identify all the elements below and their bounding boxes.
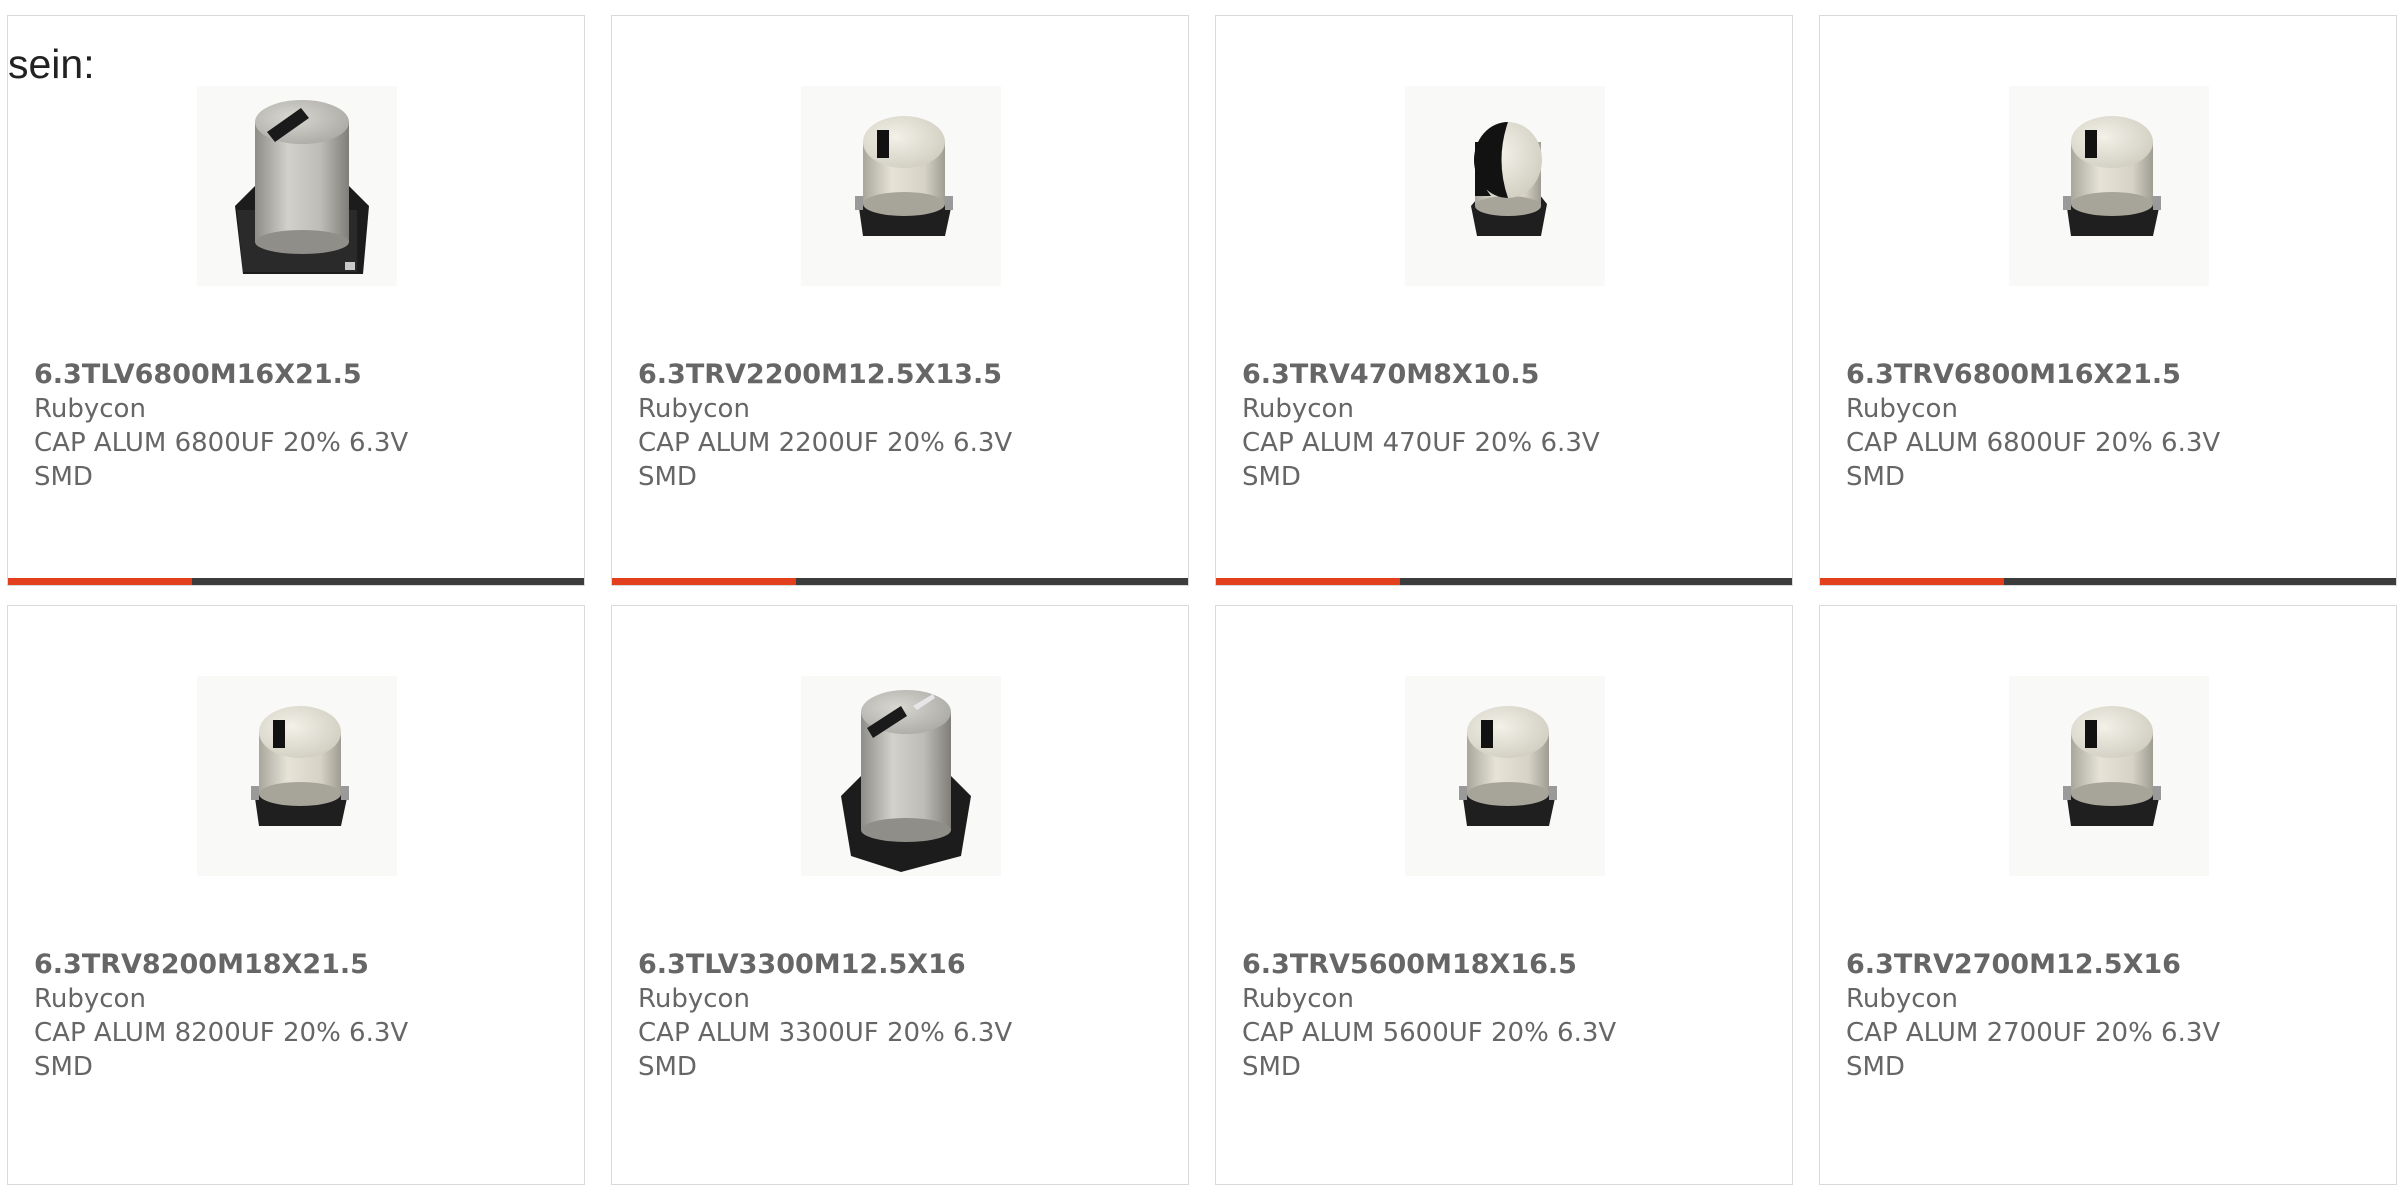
- part-number[interactable]: 6.3TRV470M8X10.5: [1242, 358, 1622, 392]
- part-number[interactable]: 6.3TRV2200M12.5X13.5: [638, 358, 1018, 392]
- part-number[interactable]: 6.3TRV8200M18X21.5: [34, 948, 414, 982]
- progress-bar: [1216, 578, 1792, 585]
- manufacturer: Rubycon: [638, 394, 750, 424]
- progress-bar: [1820, 578, 2396, 585]
- progress-bar: [8, 578, 584, 585]
- progress-fill: [1820, 578, 2005, 585]
- description: CAP ALUM 2200UF 20% 6.3V SMD: [638, 428, 1013, 492]
- part-number[interactable]: 6.3TLV6800M16X21.5: [34, 358, 414, 392]
- description: CAP ALUM 470UF 20% 6.3V SMD: [1242, 428, 1600, 492]
- manufacturer: Rubycon: [1242, 394, 1354, 424]
- capacitor-small-image: [197, 676, 397, 876]
- part-number[interactable]: 6.3TLV3300M12.5X16: [638, 948, 1018, 982]
- product-card[interactable]: 6.3TRV6800M16X21.5 Rubycon CAP ALUM 6800…: [1819, 15, 2397, 586]
- capacitor-halfblack-image: [1405, 86, 1605, 286]
- capacitor-small-image: [2009, 86, 2209, 286]
- description: CAP ALUM 8200UF 20% 6.3V SMD: [34, 1018, 409, 1082]
- progress-bar: [612, 578, 1188, 585]
- manufacturer: Rubycon: [1242, 984, 1354, 1014]
- product-card[interactable]: 6.3TLV3300M12.5X16 Rubycon CAP ALUM 3300…: [611, 605, 1189, 1185]
- manufacturer: Rubycon: [34, 984, 146, 1014]
- capacitor-large-tilted-image: [197, 86, 397, 286]
- description: CAP ALUM 6800UF 20% 6.3V SMD: [1846, 428, 2221, 492]
- progress-fill: [8, 578, 193, 585]
- product-card[interactable]: 6.3TRV2200M12.5X13.5 Rubycon CAP ALUM 22…: [611, 15, 1189, 586]
- product-card[interactable]: 6.3TRV5600M18X16.5 Rubycon CAP ALUM 5600…: [1215, 605, 1793, 1185]
- manufacturer: Rubycon: [34, 394, 146, 424]
- part-number[interactable]: 6.3TRV2700M12.5X16: [1846, 948, 2226, 982]
- capacitor-small-image: [2009, 676, 2209, 876]
- manufacturer: Rubycon: [1846, 394, 1958, 424]
- product-card[interactable]: 6.3TRV2700M12.5X16 Rubycon CAP ALUM 2700…: [1819, 605, 2397, 1185]
- part-number[interactable]: 6.3TRV6800M16X21.5: [1846, 358, 2226, 392]
- part-number[interactable]: 6.3TRV5600M18X16.5: [1242, 948, 1622, 982]
- capacitor-small-image: [801, 86, 1001, 286]
- intro-text: sein:: [8, 41, 95, 87]
- description: CAP ALUM 6800UF 20% 6.3V SMD: [34, 428, 409, 492]
- description: CAP ALUM 5600UF 20% 6.3V SMD: [1242, 1018, 1617, 1082]
- manufacturer: Rubycon: [638, 984, 750, 1014]
- product-card[interactable]: 6.3TLV6800M16X21.5 Rubycon CAP ALUM 6800…: [7, 15, 585, 586]
- description: CAP ALUM 2700UF 20% 6.3V SMD: [1846, 1018, 2221, 1082]
- capacitor-small-image: [1405, 676, 1605, 876]
- description: CAP ALUM 3300UF 20% 6.3V SMD: [638, 1018, 1013, 1082]
- product-card[interactable]: 6.3TRV8200M18X21.5 Rubycon CAP ALUM 8200…: [7, 605, 585, 1185]
- capacitor-large-tilted-image: [801, 676, 1001, 876]
- progress-fill: [1216, 578, 1401, 585]
- progress-fill: [612, 578, 797, 585]
- product-card[interactable]: 6.3TRV470M8X10.5 Rubycon CAP ALUM 470UF …: [1215, 15, 1793, 586]
- manufacturer: Rubycon: [1846, 984, 1958, 1014]
